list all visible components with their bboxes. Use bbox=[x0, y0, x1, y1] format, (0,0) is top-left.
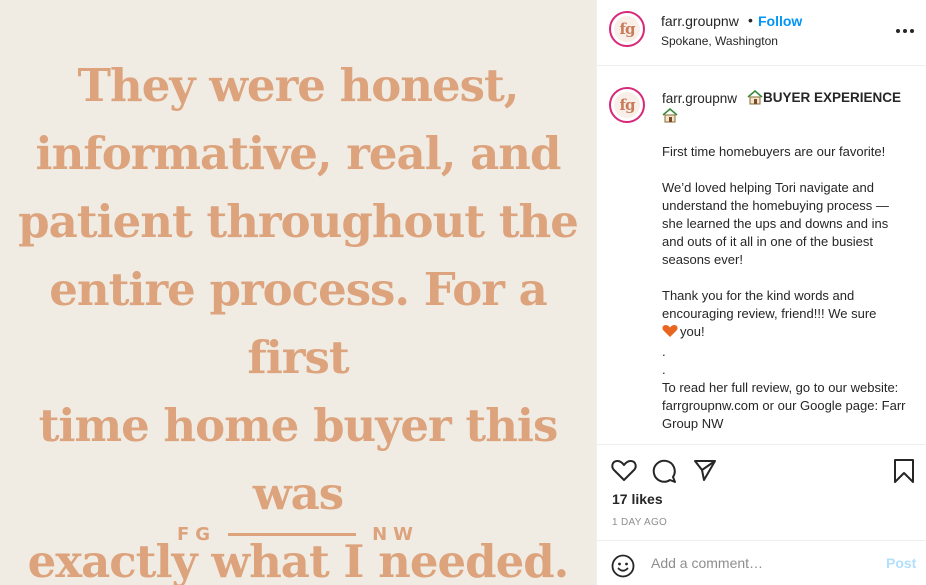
caption-dot: . bbox=[662, 362, 666, 377]
like-count[interactable]: 17 likes bbox=[612, 491, 663, 507]
heart-emoji-icon bbox=[662, 324, 678, 343]
quote-line: patient throughout the bbox=[18, 195, 579, 248]
comment-input[interactable] bbox=[651, 553, 871, 573]
emoji-icon[interactable] bbox=[611, 554, 635, 583]
brand-mark: FG NW bbox=[0, 520, 596, 548]
caption-paragraph: We’d loved helping Tori navigate and und… bbox=[662, 180, 889, 267]
avatar-logo: fg bbox=[614, 92, 640, 118]
caption-area: fg farr.groupnw BUYER EXPERIENCE First t… bbox=[597, 66, 926, 444]
caption-username[interactable]: farr.groupnw bbox=[662, 91, 737, 106]
caption-dot: . bbox=[662, 344, 666, 359]
quote-line: They were honest, bbox=[77, 59, 520, 112]
avatar-logo: fg bbox=[614, 16, 640, 42]
caption-text: Thank you for the kind words and encoura… bbox=[662, 288, 877, 321]
quote-line: time home buyer this was bbox=[38, 399, 559, 520]
caption-title-text: BUYER EXPERIENCE bbox=[763, 90, 902, 105]
save-bookmark-icon[interactable] bbox=[893, 458, 915, 489]
caption-avatar[interactable]: fg bbox=[609, 87, 645, 123]
brand-right: NW bbox=[372, 523, 419, 545]
header-separator: • bbox=[748, 12, 753, 28]
caption-paragraph: To read her full review, go to our websi… bbox=[662, 380, 906, 431]
post-image[interactable]: They were honest, informative, real, and… bbox=[0, 0, 596, 585]
post-button[interactable]: Post bbox=[886, 555, 916, 571]
caption-title: BUYER EXPERIENCE bbox=[747, 89, 902, 108]
post-actions: 17 likes 1 DAY AGO bbox=[597, 444, 926, 540]
brand-divider bbox=[228, 532, 357, 536]
house-icon bbox=[747, 89, 763, 108]
more-options-icon[interactable] bbox=[895, 18, 915, 39]
comment-bar: Post bbox=[597, 540, 926, 585]
comment-bubble-icon[interactable] bbox=[651, 458, 677, 489]
avatar[interactable]: fg bbox=[609, 11, 645, 47]
share-paper-plane-icon[interactable] bbox=[693, 458, 717, 487]
like-heart-icon[interactable] bbox=[611, 458, 637, 487]
quote-line: entire process. For a first bbox=[49, 263, 548, 384]
caption-text: you! bbox=[680, 324, 705, 339]
quote-line: informative, real, and bbox=[35, 127, 562, 180]
post-timestamp[interactable]: 1 DAY AGO bbox=[612, 517, 667, 528]
instagram-post-modal: They were honest, informative, real, and… bbox=[0, 0, 926, 585]
house-icon bbox=[662, 107, 678, 128]
caption-body: First time homebuyers are our favorite! … bbox=[662, 143, 912, 433]
location-link[interactable]: Spokane, Washington bbox=[661, 34, 778, 48]
testimonial-quote: They were honest, informative, real, and… bbox=[0, 52, 596, 585]
caption-paragraph: Thank you for the kind words and encoura… bbox=[662, 287, 912, 343]
header-username[interactable]: farr.groupnw bbox=[661, 13, 739, 29]
post-sidebar: fg farr.groupnw • Follow Spokane, Washin… bbox=[596, 0, 926, 585]
follow-button[interactable]: Follow bbox=[758, 13, 802, 29]
post-header: fg farr.groupnw • Follow Spokane, Washin… bbox=[597, 0, 926, 66]
brand-left: FG bbox=[177, 523, 217, 545]
caption-paragraph: First time homebuyers are our favorite! bbox=[662, 144, 886, 159]
